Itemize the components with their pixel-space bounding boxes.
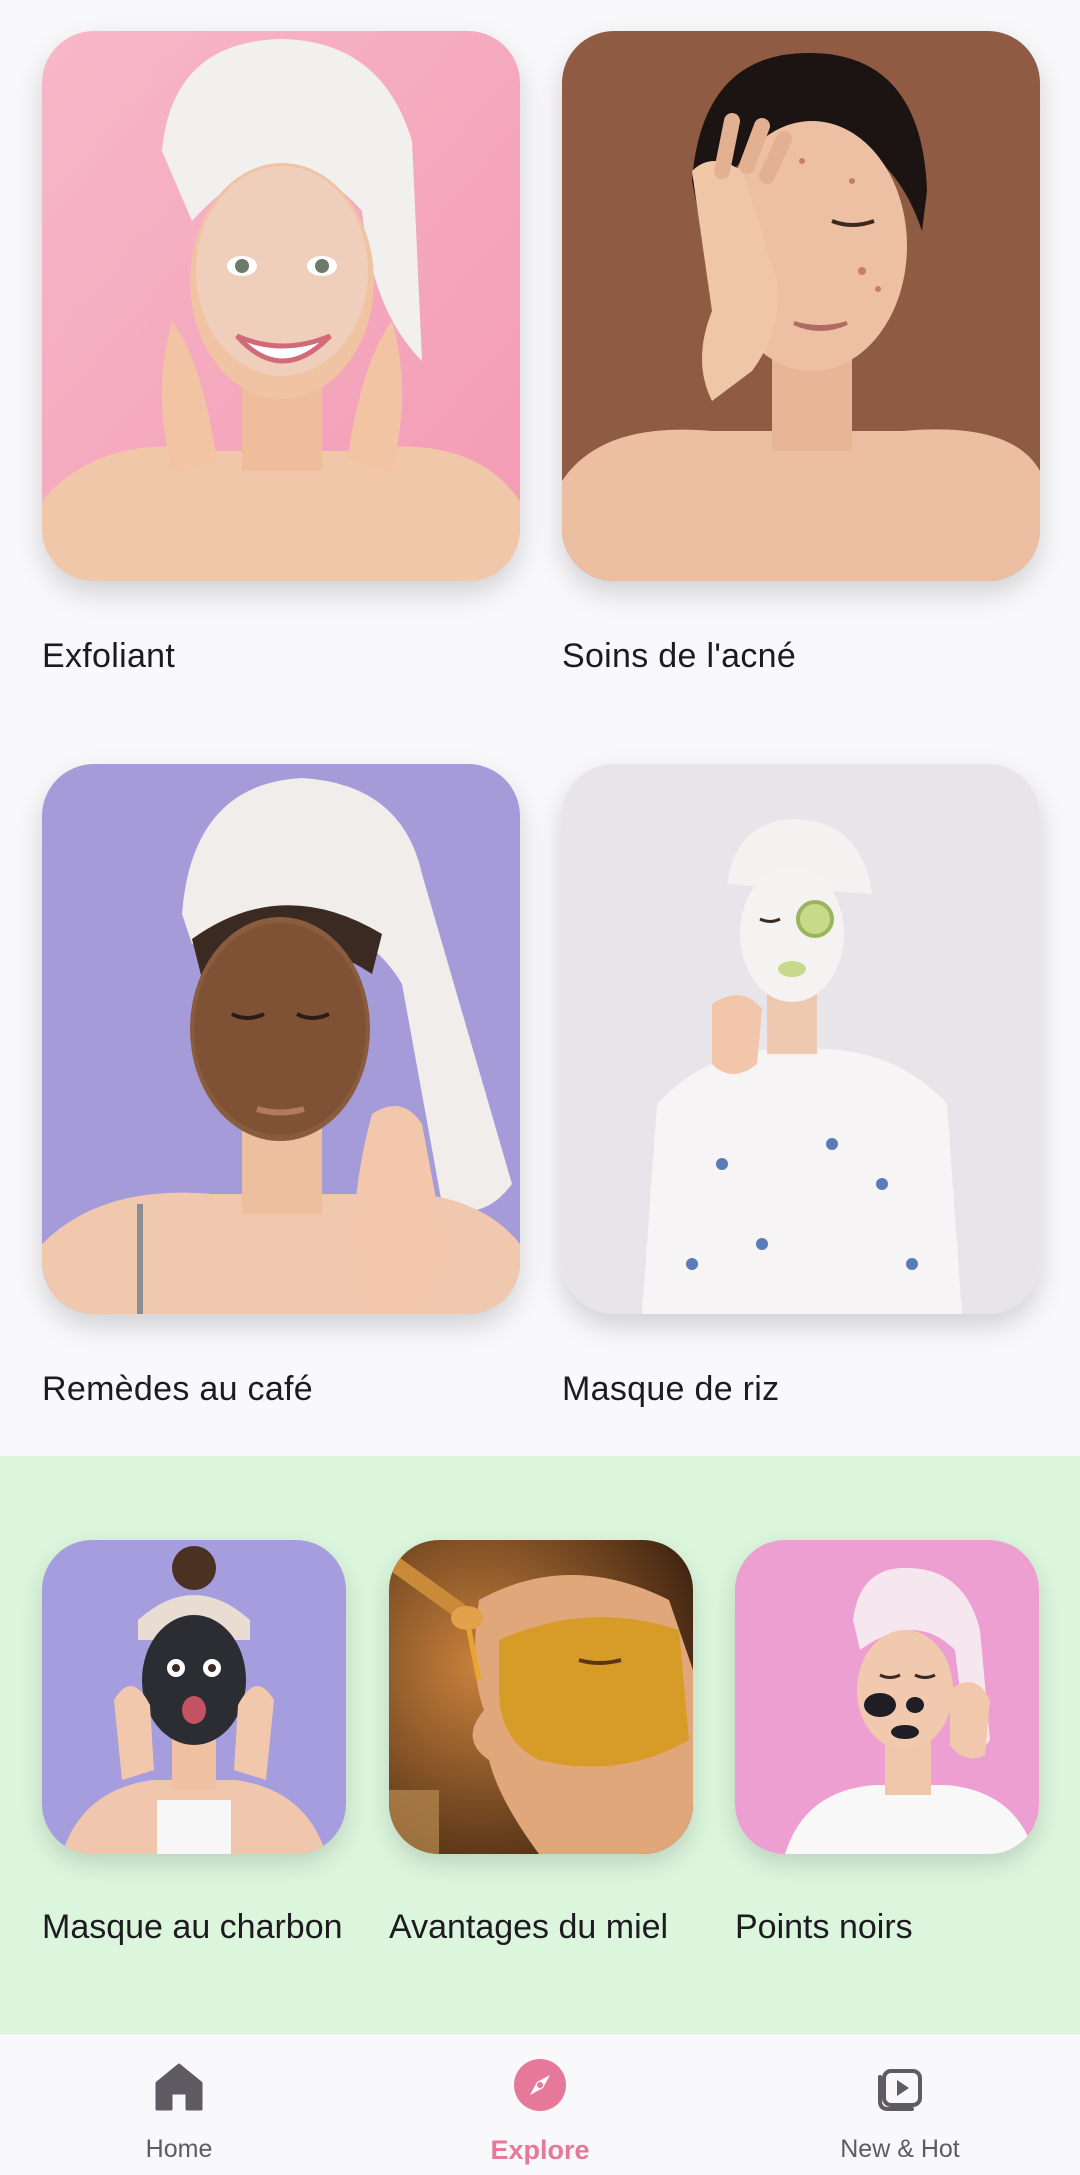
compass-icon: [512, 2057, 568, 2113]
blackheads-photo: [735, 1540, 1039, 1854]
rice-mask-photo: [562, 764, 1040, 1314]
nav-home-label: Home: [145, 2135, 213, 2163]
charcoal-mask-photo: [42, 1540, 346, 1854]
honey-benefits-photo: [389, 1540, 693, 1854]
featured-band: Masque au charbon Avantages du miel Poin…: [0, 1456, 1080, 2034]
category-card-acne[interactable]: [562, 31, 1040, 581]
nav-new-hot[interactable]: New & Hot: [780, 2035, 1020, 2175]
acne-care-photo: [562, 31, 1040, 581]
featured-label-charcoal: Masque au charbon: [42, 1908, 343, 1946]
featured-card-charcoal[interactable]: [42, 1540, 346, 1854]
featured-label-honey: Avantages du miel: [389, 1908, 669, 1946]
category-card-coffee[interactable]: [42, 764, 520, 1314]
nav-explore-label: Explore: [490, 2135, 590, 2165]
bottom-navigation: Home Explore New & Hot: [0, 2034, 1080, 2175]
coffee-remedies-photo: [42, 764, 520, 1314]
category-card-rice[interactable]: [562, 764, 1040, 1314]
play-library-icon: [872, 2057, 928, 2113]
featured-label-blackheads: Points noirs: [735, 1908, 913, 1946]
nav-home[interactable]: Home: [59, 2035, 299, 2175]
category-label-coffee: Remèdes au café: [42, 1370, 313, 1408]
exfoliant-photo: [42, 31, 520, 581]
featured-card-blackheads[interactable]: [735, 1540, 1039, 1854]
home-icon: [151, 2057, 207, 2113]
category-label-rice: Masque de riz: [562, 1370, 780, 1408]
category-label-exfoliant: Exfoliant: [42, 637, 176, 675]
category-card-exfoliant[interactable]: [42, 31, 520, 581]
nav-explore[interactable]: Explore: [420, 2035, 660, 2175]
nav-new-hot-label: New & Hot: [840, 2135, 960, 2163]
featured-card-honey[interactable]: [389, 1540, 693, 1854]
category-label-acne: Soins de l'acné: [562, 637, 797, 675]
